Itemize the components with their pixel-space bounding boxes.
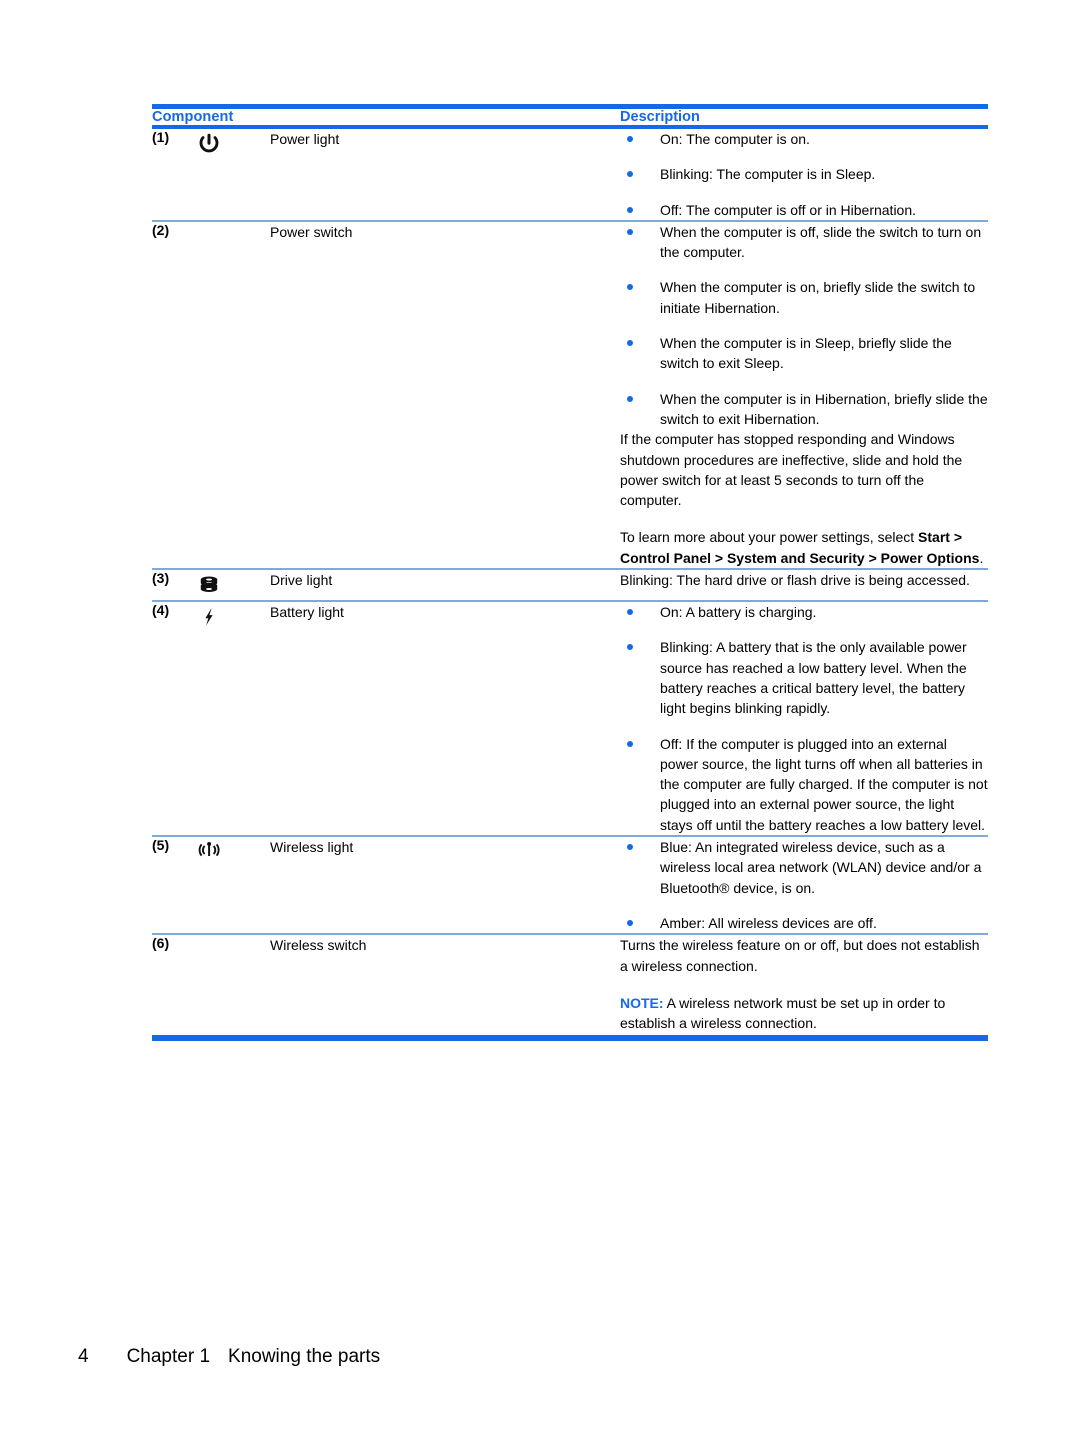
component-description: Turns the wireless feature on or off, bu… xyxy=(620,935,988,1033)
row-number: (6) xyxy=(152,935,170,952)
table-row: (3) Drive light Blinking: The hard drive… xyxy=(152,570,988,600)
list-item: When the computer is on, briefly slide t… xyxy=(620,277,988,318)
description-bullet-list: On: The computer is on. Blinking: The co… xyxy=(620,129,988,220)
list-item: Blinking: A battery that is the only ava… xyxy=(620,637,988,718)
row-number: (4) xyxy=(152,602,170,619)
component-description: On: A battery is charging. Blinking: A b… xyxy=(620,602,988,835)
list-item: When the computer is in Sleep, briefly s… xyxy=(620,333,988,374)
row-icon-cell xyxy=(194,837,270,933)
page-footer: 4 Chapter 1 Knowing the parts xyxy=(78,1346,380,1368)
component-description: When the computer is off, slide the swit… xyxy=(620,222,988,568)
component-description: On: The computer is on. Blinking: The co… xyxy=(620,129,988,220)
wireless-icon xyxy=(194,837,224,867)
list-item: Off: If the computer is plugged into an … xyxy=(620,734,988,835)
description-paragraph-settings: To learn more about your power settings,… xyxy=(620,527,988,568)
note-paragraph: NOTE: A wireless network must be set up … xyxy=(620,993,988,1034)
table-row: (5) Wireless light Blue: An integrated w… xyxy=(152,837,988,933)
table-row: (1) Power light On: The computer is on. … xyxy=(152,129,988,220)
table-header-row: Component Description xyxy=(152,109,988,125)
table-row: (6) Wireless switch Turns the wireless f… xyxy=(152,935,988,1033)
description-paragraph: If the computer has stopped responding a… xyxy=(620,431,963,509)
component-name: Power light xyxy=(270,131,340,147)
component-description: Blinking: The hard drive or flash drive … xyxy=(620,570,988,600)
column-header-description: Description xyxy=(620,109,700,125)
power-icon xyxy=(194,129,224,159)
footer-chapter-title: Knowing the parts xyxy=(228,1346,381,1367)
list-item: Off: The computer is off or in Hibernati… xyxy=(620,200,988,220)
note-label: NOTE: xyxy=(620,994,664,1011)
component-name: Battery light xyxy=(270,604,344,621)
list-item: On: The computer is on. xyxy=(620,129,988,149)
table-row: (2) Power switch When the computer is of… xyxy=(152,222,988,568)
row-number: (3) xyxy=(152,570,170,587)
note-text: A wireless network must be set up in ord… xyxy=(620,994,946,1032)
description-paragraph: Turns the wireless feature on or off, bu… xyxy=(620,937,980,974)
row-icon-cell xyxy=(194,570,270,600)
component-name: Wireless light xyxy=(270,839,354,856)
list-item: On: A battery is charging. xyxy=(620,602,988,622)
table-row: (4) Battery light On: A battery is charg… xyxy=(152,602,988,835)
list-item: Blinking: The computer is in Sleep. xyxy=(620,164,988,184)
column-header-component: Component xyxy=(152,109,234,125)
row-number: (1) xyxy=(152,129,170,145)
footer-chapter: Chapter 1 xyxy=(126,1346,211,1367)
battery-bolt-icon xyxy=(194,602,224,632)
paragraph-suffix: . xyxy=(979,549,984,566)
description-bullet-list: When the computer is off, slide the swit… xyxy=(620,222,988,429)
row-icon-cell xyxy=(194,222,270,568)
table-bottom-rule xyxy=(152,1035,988,1042)
list-item: Blue: An integrated wireless device, suc… xyxy=(620,837,988,898)
list-item: When the computer is off, slide the swit… xyxy=(620,222,988,263)
row-icon-cell xyxy=(194,602,270,835)
document-page: Component Description (1) Power light On… xyxy=(0,0,1080,1437)
component-name: Power switch xyxy=(270,223,353,240)
description-bullet-list: Blue: An integrated wireless device, suc… xyxy=(620,837,988,933)
footer-page-number: 4 xyxy=(78,1346,89,1367)
row-icon-cell xyxy=(194,129,270,220)
component-name: Wireless switch xyxy=(270,937,367,954)
row-number: (2) xyxy=(152,221,170,238)
description-paragraph: Blinking: The hard drive or flash drive … xyxy=(620,572,970,589)
component-description-table: Component Description (1) Power light On… xyxy=(152,104,988,1042)
component-description: Blue: An integrated wireless device, suc… xyxy=(620,837,988,933)
description-bullet-list: On: A battery is charging. Blinking: A b… xyxy=(620,602,988,835)
row-icon-cell xyxy=(194,935,270,1033)
table-grid: Component Description xyxy=(152,109,988,125)
drive-icon xyxy=(194,570,224,600)
list-item: When the computer is in Hibernation, bri… xyxy=(620,389,988,430)
paragraph-prefix: To learn more about your power settings,… xyxy=(620,529,919,546)
component-name: Drive light xyxy=(270,572,333,589)
list-item: Amber: All wireless devices are off. xyxy=(620,913,988,933)
row-number: (5) xyxy=(152,837,170,854)
